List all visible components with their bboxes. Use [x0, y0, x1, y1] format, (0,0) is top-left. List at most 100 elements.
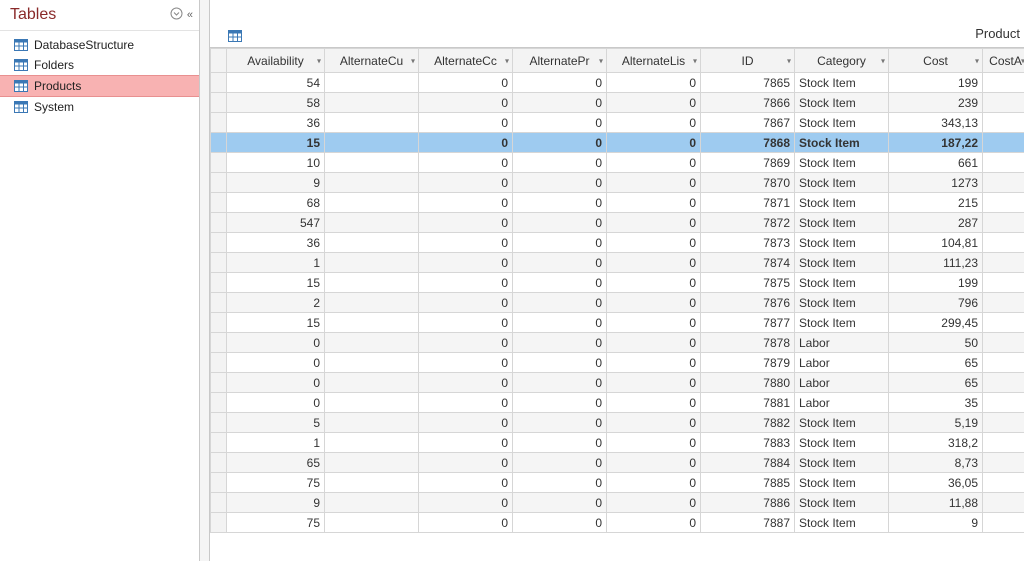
cell-id[interactable]: 7874 — [701, 253, 795, 273]
table-row[interactable]: 10007874Stock Item111,23 — [211, 253, 1024, 273]
cell-id[interactable]: 7867 — [701, 113, 795, 133]
cell-category[interactable]: Stock Item — [795, 113, 889, 133]
row-selector[interactable] — [211, 93, 227, 113]
cell-altpr[interactable]: 0 — [513, 193, 607, 213]
cell-altcu[interactable] — [325, 373, 419, 393]
cell-altcu[interactable] — [325, 353, 419, 373]
cell-costa[interactable] — [983, 373, 1024, 393]
cell-altcu[interactable] — [325, 433, 419, 453]
cell-cost[interactable]: 239 — [889, 93, 983, 113]
cell-cost[interactable]: 199 — [889, 273, 983, 293]
row-selector[interactable] — [211, 193, 227, 213]
cell-altlis[interactable]: 0 — [607, 393, 701, 413]
cell-cost[interactable]: 104,81 — [889, 233, 983, 253]
cell-altlis[interactable]: 0 — [607, 273, 701, 293]
column-header-category[interactable]: Category▾ — [795, 49, 889, 73]
cell-category[interactable]: Stock Item — [795, 473, 889, 493]
cell-cost[interactable]: 343,13 — [889, 113, 983, 133]
cell-altpr[interactable]: 0 — [513, 113, 607, 133]
cell-altlis[interactable]: 0 — [607, 493, 701, 513]
cell-costa[interactable] — [983, 153, 1024, 173]
cell-category[interactable]: Stock Item — [795, 273, 889, 293]
cell-altlis[interactable]: 0 — [607, 193, 701, 213]
cell-costa[interactable] — [983, 273, 1024, 293]
cell-cost[interactable]: 5,19 — [889, 413, 983, 433]
cell-cost[interactable]: 1273 — [889, 173, 983, 193]
cell-availability[interactable]: 0 — [227, 393, 325, 413]
cell-altpr[interactable]: 0 — [513, 433, 607, 453]
cell-cost[interactable]: 36,05 — [889, 473, 983, 493]
cell-cost[interactable]: 661 — [889, 153, 983, 173]
sidebar-item-system[interactable]: System — [0, 97, 199, 117]
cell-altcu[interactable] — [325, 413, 419, 433]
cell-altlis[interactable]: 0 — [607, 453, 701, 473]
cell-altpr[interactable]: 0 — [513, 73, 607, 93]
cell-altcu[interactable] — [325, 113, 419, 133]
cell-availability[interactable]: 547 — [227, 213, 325, 233]
sidebar-item-folders[interactable]: Folders — [0, 55, 199, 75]
cell-availability[interactable]: 0 — [227, 333, 325, 353]
row-selector[interactable] — [211, 333, 227, 353]
cell-altcc[interactable]: 0 — [419, 513, 513, 533]
cell-id[interactable]: 7875 — [701, 273, 795, 293]
cell-costa[interactable] — [983, 313, 1024, 333]
cell-id[interactable]: 7881 — [701, 393, 795, 413]
cell-altcu[interactable] — [325, 393, 419, 413]
cell-altpr[interactable]: 0 — [513, 273, 607, 293]
cell-altcc[interactable]: 0 — [419, 233, 513, 253]
cell-altpr[interactable]: 0 — [513, 353, 607, 373]
cell-category[interactable]: Labor — [795, 373, 889, 393]
cell-altpr[interactable]: 0 — [513, 513, 607, 533]
cell-costa[interactable] — [983, 213, 1024, 233]
cell-category[interactable]: Stock Item — [795, 433, 889, 453]
cell-availability[interactable]: 15 — [227, 133, 325, 153]
cell-id[interactable]: 7884 — [701, 453, 795, 473]
cell-altlis[interactable]: 0 — [607, 73, 701, 93]
cell-altcc[interactable]: 0 — [419, 473, 513, 493]
table-row[interactable]: 650007884Stock Item8,73 — [211, 453, 1024, 473]
column-header-costa[interactable]: CostA▾ — [983, 49, 1024, 73]
cell-altpr[interactable]: 0 — [513, 473, 607, 493]
cell-cost[interactable]: 9 — [889, 513, 983, 533]
datasheet[interactable]: Availability▾AlternateCu▾AlternateCc▾Alt… — [210, 48, 1024, 533]
cell-altpr[interactable]: 0 — [513, 253, 607, 273]
cell-altpr[interactable]: 0 — [513, 173, 607, 193]
cell-cost[interactable]: 111,23 — [889, 253, 983, 273]
cell-cost[interactable]: 11,88 — [889, 493, 983, 513]
table-row[interactable]: 150007868Stock Item187,22 — [211, 133, 1024, 153]
cell-altcc[interactable]: 0 — [419, 253, 513, 273]
cell-category[interactable]: Labor — [795, 393, 889, 413]
table-row[interactable]: 90007886Stock Item11,88 — [211, 493, 1024, 513]
table-row[interactable]: 750007885Stock Item36,05 — [211, 473, 1024, 493]
cell-category[interactable]: Stock Item — [795, 173, 889, 193]
cell-cost[interactable]: 299,45 — [889, 313, 983, 333]
cell-altcu[interactable] — [325, 153, 419, 173]
table-row[interactable]: 680007871Stock Item215 — [211, 193, 1024, 213]
cell-altpr[interactable]: 0 — [513, 453, 607, 473]
cell-category[interactable]: Stock Item — [795, 253, 889, 273]
table-row[interactable]: 90007870Stock Item1273 — [211, 173, 1024, 193]
row-selector[interactable] — [211, 313, 227, 333]
cell-id[interactable]: 7868 — [701, 133, 795, 153]
cell-altcc[interactable]: 0 — [419, 133, 513, 153]
table-row[interactable]: 5470007872Stock Item287 — [211, 213, 1024, 233]
cell-id[interactable]: 7869 — [701, 153, 795, 173]
cell-altpr[interactable]: 0 — [513, 133, 607, 153]
cell-id[interactable]: 7880 — [701, 373, 795, 393]
table-row[interactable]: 540007865Stock Item199 — [211, 73, 1024, 93]
cell-id[interactable]: 7887 — [701, 513, 795, 533]
row-selector[interactable] — [211, 113, 227, 133]
cell-altcc[interactable]: 0 — [419, 93, 513, 113]
cell-id[interactable]: 7871 — [701, 193, 795, 213]
cell-id[interactable]: 7866 — [701, 93, 795, 113]
column-filter-dropdown-icon[interactable]: ▾ — [975, 56, 979, 65]
cell-availability[interactable]: 1 — [227, 253, 325, 273]
select-all-cell[interactable] — [211, 49, 227, 73]
table-row[interactable]: 360007867Stock Item343,13 — [211, 113, 1024, 133]
cell-altpr[interactable]: 0 — [513, 393, 607, 413]
cell-cost[interactable]: 65 — [889, 373, 983, 393]
cell-altlis[interactable]: 0 — [607, 373, 701, 393]
cell-altcc[interactable]: 0 — [419, 273, 513, 293]
cell-altcc[interactable]: 0 — [419, 73, 513, 93]
cell-id[interactable]: 7883 — [701, 433, 795, 453]
